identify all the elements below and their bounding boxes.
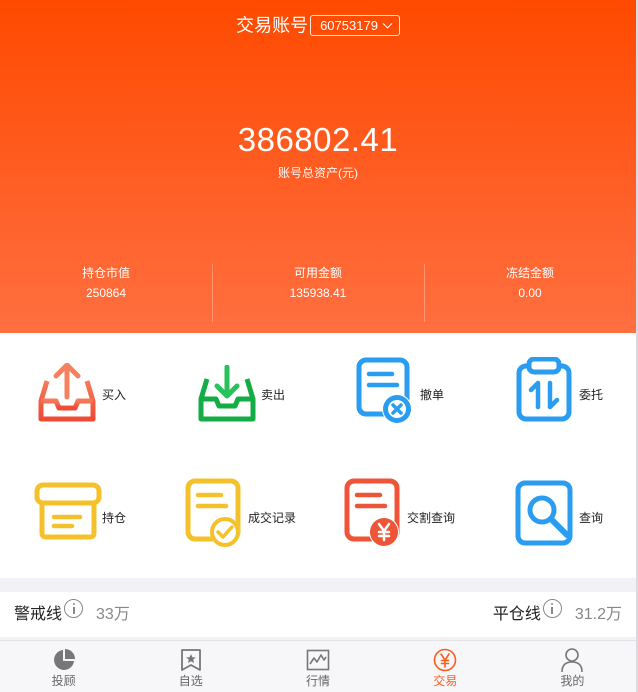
- info-icon[interactable]: [64, 598, 84, 618]
- liquidation-line: 平仓线 31.2万: [492, 598, 622, 624]
- tab-label: 行情: [306, 674, 331, 688]
- tab-label: 交易: [433, 674, 458, 688]
- action-entrust[interactable]: 委托: [477, 333, 636, 456]
- tab-advisor[interactable]: 投顾: [0, 641, 127, 692]
- tab-trade[interactable]: 交易: [382, 641, 509, 692]
- stat-value: 250864: [85, 286, 127, 300]
- stat-frozen-funds: 冻结金额 0.00: [424, 262, 636, 324]
- info-icon[interactable]: [542, 598, 562, 618]
- chevron-down-icon: [382, 18, 393, 29]
- action-label: 委托: [579, 388, 604, 402]
- warning-line: 警戒线 33万: [14, 598, 130, 624]
- yen-circle-icon: [433, 648, 457, 672]
- tab-label: 投顾: [51, 674, 76, 688]
- stat-available-funds: 可用金额 135938.41: [212, 262, 424, 324]
- tab-watchlist[interactable]: 自选: [127, 641, 254, 692]
- pie-chart-icon: [53, 649, 75, 670]
- search-query-icon: [515, 480, 573, 546]
- tab-label: 自选: [178, 674, 203, 688]
- user-icon: [561, 648, 584, 673]
- cancel-order-icon: [356, 357, 412, 424]
- action-buy[interactable]: 买入: [0, 333, 159, 456]
- stat-position-value: 持仓市值 250864: [0, 262, 212, 324]
- total-assets-value: 386802.41: [237, 121, 399, 158]
- liquidation-line-value: 31.2万: [574, 606, 622, 623]
- stat-label: 持仓市值: [81, 266, 130, 280]
- stat-value: 0.00: [518, 286, 542, 300]
- action-label: 查询: [579, 511, 604, 525]
- trade-record-icon: [185, 478, 241, 547]
- holdings-box-icon: [34, 482, 102, 540]
- action-cancel-order[interactable]: 撤单: [318, 333, 477, 456]
- stat-value: 135938.41: [289, 286, 347, 300]
- page-title: 交易账号: [236, 15, 309, 36]
- trade-action-grid: 买入 卖出 撤单 委托 持仓 成交记录 交割查询 查询: [0, 333, 636, 578]
- stat-label: 冻结金额: [505, 266, 554, 280]
- warning-line-label: 警戒线: [14, 606, 63, 623]
- action-label: 卖出: [261, 388, 286, 402]
- action-label: 买入: [102, 388, 127, 402]
- liquidation-line-label: 平仓线: [492, 606, 541, 623]
- tab-label: 我的: [560, 674, 585, 688]
- action-label: 持仓: [102, 511, 127, 525]
- account-header: 交易账号 60753179 386802.41 账号总资产(元) 持仓市值 250…: [0, 0, 636, 333]
- warning-line-value: 33万: [96, 606, 130, 623]
- tab-market[interactable]: 行情: [254, 641, 381, 692]
- action-sell[interactable]: 卖出: [159, 333, 318, 456]
- bookmark-star-icon: [180, 649, 201, 671]
- bottom-tab-bar: 投顾 自选 行情 交易 我的: [0, 640, 636, 692]
- action-label: 撤单: [420, 388, 445, 402]
- market-chart-icon: [306, 649, 330, 671]
- stat-label: 可用金额: [293, 266, 342, 280]
- settlement-query-icon: [344, 478, 400, 547]
- action-query[interactable]: 查询: [477, 456, 636, 578]
- entrust-clipboard-icon: [516, 357, 572, 422]
- action-holdings[interactable]: 持仓: [0, 456, 159, 578]
- risk-lines-bar: 警戒线 33万 平仓线 31.2万: [0, 592, 636, 637]
- action-settlement-query[interactable]: 交割查询: [318, 456, 477, 578]
- total-assets-label: 账号总资产(元): [278, 166, 358, 180]
- account-number: 60753179: [320, 17, 378, 33]
- account-selector[interactable]: 60753179: [310, 14, 400, 36]
- action-label: 交割查询: [407, 511, 456, 525]
- action-trade-record[interactable]: 成交记录: [159, 456, 318, 578]
- tab-mine[interactable]: 我的: [509, 641, 636, 692]
- asset-stats: 持仓市值 250864 可用金额 135938.41 冻结金额 0.00: [0, 262, 636, 324]
- action-label: 成交记录: [248, 511, 297, 525]
- header-title-row: 交易账号 60753179: [0, 13, 636, 36]
- buy-tray-up-icon: [38, 363, 96, 422]
- sell-tray-down-icon: [198, 365, 256, 422]
